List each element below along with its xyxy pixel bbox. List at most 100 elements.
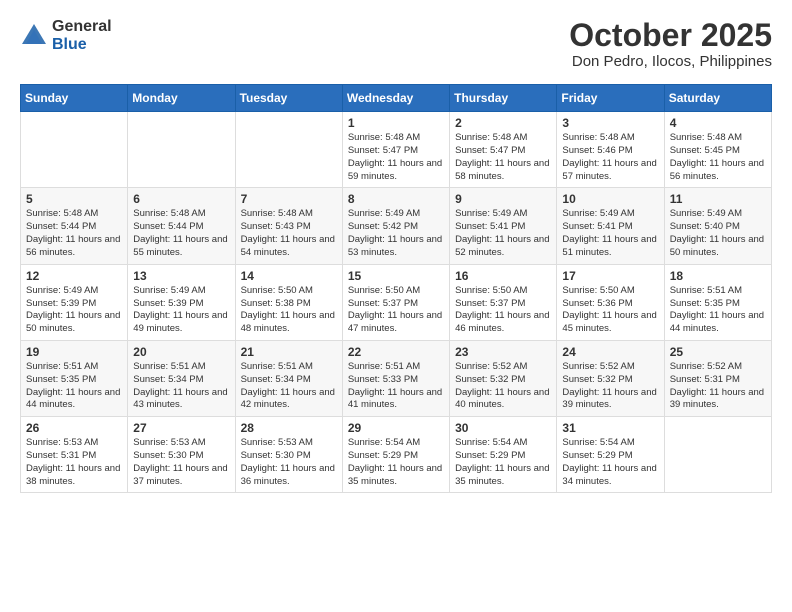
calendar-header-row: SundayMondayTuesdayWednesdayThursdayFrid… (21, 85, 772, 112)
day-number: 11 (670, 192, 766, 206)
day-info: Sunrise: 5:48 AM Sunset: 5:47 PM Dayligh… (348, 132, 444, 183)
day-number: 4 (670, 116, 766, 130)
day-number: 17 (562, 269, 658, 283)
day-number: 7 (241, 192, 337, 206)
month-title: October 2025 (569, 18, 772, 53)
day-info: Sunrise: 5:49 AM Sunset: 5:41 PM Dayligh… (455, 208, 551, 259)
day-number: 27 (133, 421, 229, 435)
day-number: 2 (455, 116, 551, 130)
day-info: Sunrise: 5:49 AM Sunset: 5:40 PM Dayligh… (670, 208, 766, 259)
calendar-cell: 20 Sunrise: 5:51 AM Sunset: 5:34 PM Dayli… (128, 340, 235, 416)
day-info: Sunrise: 5:52 AM Sunset: 5:31 PM Dayligh… (670, 361, 766, 412)
logo-blue-text: Blue (52, 36, 112, 54)
calendar-cell: 3Sunrise: 5:48 AM Sunset: 5:46 PM Daylig… (557, 112, 664, 188)
logo: General Blue (20, 18, 112, 53)
calendar-cell: 11 Sunrise: 5:49 AM Sunset: 5:40 PM Dayli… (664, 188, 771, 264)
day-info: Sunrise: 5:49 AM Sunset: 5:39 PM Dayligh… (26, 285, 122, 336)
day-info: Sunrise: 5:48 AM Sunset: 5:45 PM Dayligh… (670, 132, 766, 183)
calendar-cell: 28 Sunrise: 5:53 AM Sunset: 5:30 PM Dayli… (235, 417, 342, 493)
calendar-cell: 25 Sunrise: 5:52 AM Sunset: 5:31 PM Dayli… (664, 340, 771, 416)
calendar-cell: 18 Sunrise: 5:51 AM Sunset: 5:35 PM Dayli… (664, 264, 771, 340)
location: Don Pedro, Ilocos, Philippines (569, 53, 772, 70)
calendar-cell: 23Sunrise: 5:52 AM Sunset: 5:32 PM Dayli… (450, 340, 557, 416)
logo-general-text: General (52, 18, 112, 36)
day-info: Sunrise: 5:49 AM Sunset: 5:41 PM Dayligh… (562, 208, 658, 259)
calendar-cell: 10 Sunrise: 5:49 AM Sunset: 5:41 PM Dayli… (557, 188, 664, 264)
calendar-cell (128, 112, 235, 188)
day-header-friday: Friday (557, 85, 664, 112)
day-number: 29 (348, 421, 444, 435)
day-info: Sunrise: 5:53 AM Sunset: 5:31 PM Dayligh… (26, 437, 122, 488)
day-info: Sunrise: 5:51 AM Sunset: 5:34 PM Dayligh… (241, 361, 337, 412)
day-header-sunday: Sunday (21, 85, 128, 112)
day-info: Sunrise: 5:53 AM Sunset: 5:30 PM Dayligh… (241, 437, 337, 488)
calendar-cell: 7 Sunrise: 5:48 AM Sunset: 5:43 PM Daylig… (235, 188, 342, 264)
calendar-cell: 30 Sunrise: 5:54 AM Sunset: 5:29 PM Dayli… (450, 417, 557, 493)
day-number: 26 (26, 421, 122, 435)
title-area: October 2025 Don Pedro, Ilocos, Philippi… (569, 18, 772, 70)
day-number: 21 (241, 345, 337, 359)
day-info: Sunrise: 5:51 AM Sunset: 5:35 PM Dayligh… (670, 285, 766, 336)
day-info: Sunrise: 5:48 AM Sunset: 5:44 PM Dayligh… (26, 208, 122, 259)
day-info: Sunrise: 5:50 AM Sunset: 5:36 PM Dayligh… (562, 285, 658, 336)
day-header-thursday: Thursday (450, 85, 557, 112)
day-number: 22 (348, 345, 444, 359)
day-number: 30 (455, 421, 551, 435)
calendar-cell: 8Sunrise: 5:49 AM Sunset: 5:42 PM Daylig… (342, 188, 449, 264)
day-number: 1 (348, 116, 444, 130)
day-header-wednesday: Wednesday (342, 85, 449, 112)
day-header-tuesday: Tuesday (235, 85, 342, 112)
day-number: 8 (348, 192, 444, 206)
calendar-cell: 1 Sunrise: 5:48 AM Sunset: 5:47 PM Daylig… (342, 112, 449, 188)
calendar-cell: 5 Sunrise: 5:48 AM Sunset: 5:44 PM Daylig… (21, 188, 128, 264)
calendar-cell: 15 Sunrise: 5:50 AM Sunset: 5:37 PM Dayli… (342, 264, 449, 340)
logo-text: General Blue (52, 18, 112, 53)
calendar-cell: 27 Sunrise: 5:53 AM Sunset: 5:30 PM Dayli… (128, 417, 235, 493)
calendar-cell (21, 112, 128, 188)
calendar-cell: 14 Sunrise: 5:50 AM Sunset: 5:38 PM Dayli… (235, 264, 342, 340)
header: General Blue October 2025 Don Pedro, Ilo… (20, 18, 772, 70)
day-number: 18 (670, 269, 766, 283)
calendar-cell: 26 Sunrise: 5:53 AM Sunset: 5:31 PM Dayli… (21, 417, 128, 493)
day-info: Sunrise: 5:52 AM Sunset: 5:32 PM Dayligh… (455, 361, 551, 412)
day-number: 5 (26, 192, 122, 206)
day-info: Sunrise: 5:48 AM Sunset: 5:47 PM Dayligh… (455, 132, 551, 183)
day-info: Sunrise: 5:50 AM Sunset: 5:38 PM Dayligh… (241, 285, 337, 336)
day-number: 19 (26, 345, 122, 359)
calendar-cell (664, 417, 771, 493)
day-info: Sunrise: 5:48 AM Sunset: 5:44 PM Dayligh… (133, 208, 229, 259)
day-info: Sunrise: 5:51 AM Sunset: 5:33 PM Dayligh… (348, 361, 444, 412)
calendar-cell: 2 Sunrise: 5:48 AM Sunset: 5:47 PM Daylig… (450, 112, 557, 188)
calendar-cell: 31Sunrise: 5:54 AM Sunset: 5:29 PM Dayli… (557, 417, 664, 493)
calendar-cell (235, 112, 342, 188)
day-number: 16 (455, 269, 551, 283)
day-info: Sunrise: 5:54 AM Sunset: 5:29 PM Dayligh… (348, 437, 444, 488)
day-number: 12 (26, 269, 122, 283)
day-info: Sunrise: 5:54 AM Sunset: 5:29 PM Dayligh… (455, 437, 551, 488)
day-info: Sunrise: 5:51 AM Sunset: 5:34 PM Dayligh… (133, 361, 229, 412)
day-number: 31 (562, 421, 658, 435)
calendar-cell: 24Sunrise: 5:52 AM Sunset: 5:32 PM Dayli… (557, 340, 664, 416)
day-info: Sunrise: 5:53 AM Sunset: 5:30 PM Dayligh… (133, 437, 229, 488)
calendar-cell: 13Sunrise: 5:49 AM Sunset: 5:39 PM Dayli… (128, 264, 235, 340)
calendar-week-row: 5 Sunrise: 5:48 AM Sunset: 5:44 PM Daylig… (21, 188, 772, 264)
calendar-cell: 22 Sunrise: 5:51 AM Sunset: 5:33 PM Dayli… (342, 340, 449, 416)
day-number: 20 (133, 345, 229, 359)
day-info: Sunrise: 5:50 AM Sunset: 5:37 PM Dayligh… (348, 285, 444, 336)
calendar-cell: 21 Sunrise: 5:51 AM Sunset: 5:34 PM Dayli… (235, 340, 342, 416)
day-number: 15 (348, 269, 444, 283)
calendar-week-row: 26 Sunrise: 5:53 AM Sunset: 5:31 PM Dayli… (21, 417, 772, 493)
day-info: Sunrise: 5:51 AM Sunset: 5:35 PM Dayligh… (26, 361, 122, 412)
calendar-week-row: 1 Sunrise: 5:48 AM Sunset: 5:47 PM Daylig… (21, 112, 772, 188)
day-number: 10 (562, 192, 658, 206)
day-number: 13 (133, 269, 229, 283)
day-number: 28 (241, 421, 337, 435)
calendar-table: SundayMondayTuesdayWednesdayThursdayFrid… (20, 84, 772, 493)
day-info: Sunrise: 5:50 AM Sunset: 5:37 PM Dayligh… (455, 285, 551, 336)
day-number: 9 (455, 192, 551, 206)
day-number: 25 (670, 345, 766, 359)
day-number: 14 (241, 269, 337, 283)
calendar-cell: 16 Sunrise: 5:50 AM Sunset: 5:37 PM Dayli… (450, 264, 557, 340)
day-number: 6 (133, 192, 229, 206)
day-info: Sunrise: 5:48 AM Sunset: 5:43 PM Dayligh… (241, 208, 337, 259)
